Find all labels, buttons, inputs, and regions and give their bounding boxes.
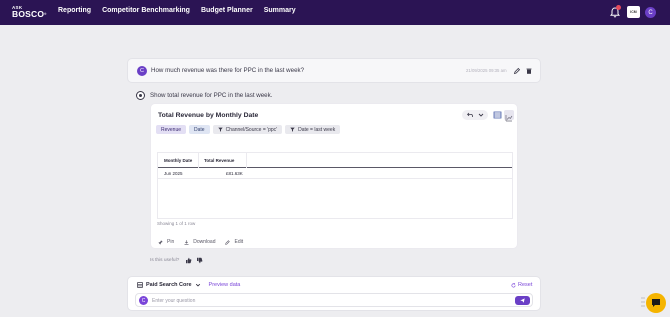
askbosco-logo[interactable]: ASK BOSCO® bbox=[12, 5, 47, 19]
data-source-row: Paid Search Core Preview data bbox=[137, 282, 240, 288]
question-input[interactable] bbox=[152, 296, 492, 305]
result-card: Total Revenue by Monthly Date Revenue Da… bbox=[150, 103, 518, 249]
table-row: Jun 2025 £81.63K bbox=[158, 168, 512, 179]
nav-competitor-benchmarking[interactable]: Competitor Benchmarking bbox=[102, 7, 190, 14]
reset-icon bbox=[511, 282, 516, 287]
logo-line-2: BOSCO® bbox=[12, 9, 47, 19]
data-source-select[interactable]: Paid Search Core bbox=[146, 282, 192, 288]
chevron-down-icon[interactable] bbox=[195, 282, 201, 288]
edit-button[interactable]: Edit bbox=[225, 239, 243, 245]
column-divider bbox=[198, 153, 199, 168]
table-view-icon[interactable] bbox=[493, 110, 502, 120]
question-input-wrapper: C bbox=[135, 293, 533, 307]
cell-monthly-date: Jun 2025 bbox=[164, 171, 183, 176]
user-question-card: C How much revenue was there for PPC in … bbox=[127, 58, 541, 83]
user-avatar[interactable]: C bbox=[645, 7, 656, 18]
question-text: How much revenue was there for PPC in th… bbox=[151, 67, 305, 74]
filter-icon bbox=[290, 127, 295, 132]
feedback-prompt: Is this useful? bbox=[150, 258, 180, 263]
chart-view-icon bbox=[505, 115, 513, 122]
question-avatar: C bbox=[137, 66, 147, 76]
row-count-text: Showing 1 of 1 row bbox=[157, 221, 196, 226]
thumbs-up-icon[interactable] bbox=[185, 257, 192, 264]
send-icon bbox=[520, 298, 525, 303]
nav-budget-planner[interactable]: Budget Planner bbox=[201, 7, 253, 14]
pin-icon bbox=[158, 239, 163, 245]
result-actions: Pin Download Edit bbox=[158, 239, 243, 245]
cell-total-revenue: £81.63K bbox=[226, 171, 243, 176]
assistant-answer-text: Show total revenue for PPC in the last w… bbox=[150, 92, 273, 99]
edit-pencil-icon[interactable] bbox=[513, 67, 521, 75]
question-timestamp: 21/09/2025 09:35 am bbox=[466, 68, 507, 73]
chat-help-button[interactable] bbox=[646, 293, 666, 313]
drag-handle-icon[interactable] bbox=[641, 296, 645, 308]
filter-chip-date[interactable]: Date = last week bbox=[285, 125, 341, 134]
column-header-monthly-date[interactable]: Monthly Date bbox=[164, 158, 192, 163]
main-nav: Reporting Competitor Benchmarking Budget… bbox=[58, 7, 296, 14]
undo-icon[interactable] bbox=[467, 112, 473, 118]
notification-badge bbox=[616, 5, 621, 10]
query-chips: Revenue Date Channel/Source = 'ppc' Date… bbox=[156, 125, 341, 134]
organization-logo[interactable]: ICM bbox=[627, 6, 640, 18]
delete-trash-icon[interactable] bbox=[525, 67, 533, 75]
metric-chip[interactable]: Revenue bbox=[156, 125, 187, 134]
chat-bubble-icon bbox=[652, 299, 660, 307]
edit-icon bbox=[225, 239, 231, 245]
send-button[interactable] bbox=[515, 296, 530, 305]
table-header: Monthly Date Total Revenue bbox=[158, 153, 512, 168]
dimension-chip[interactable]: Date bbox=[189, 125, 210, 134]
download-icon bbox=[184, 239, 189, 245]
preview-data-link[interactable]: Preview data bbox=[209, 282, 241, 288]
result-toolbar bbox=[462, 110, 488, 120]
top-navbar: ASK BOSCO® Reporting Competitor Benchmar… bbox=[0, 0, 670, 25]
question-composer: Paid Search Core Preview data Reset C bbox=[127, 276, 541, 311]
result-title: Total Revenue by Monthly Date bbox=[158, 112, 259, 119]
assistant-icon bbox=[136, 91, 145, 100]
filter-chip-channel[interactable]: Channel/Source = 'ppc' bbox=[212, 125, 283, 134]
database-icon bbox=[137, 282, 143, 288]
result-table: Monthly Date Total Revenue Jun 2025 £81.… bbox=[157, 152, 513, 219]
column-header-total-revenue[interactable]: Total Revenue bbox=[204, 158, 234, 163]
reset-button[interactable]: Reset bbox=[511, 282, 532, 288]
composer-avatar: C bbox=[139, 296, 148, 305]
thumbs-down-icon[interactable] bbox=[196, 257, 203, 264]
pin-button[interactable]: Pin bbox=[158, 239, 174, 245]
download-button[interactable]: Download bbox=[184, 239, 215, 245]
nav-reporting[interactable]: Reporting bbox=[58, 7, 91, 14]
chart-view-toggle[interactable] bbox=[504, 110, 514, 122]
filter-icon bbox=[217, 127, 223, 132]
nav-summary[interactable]: Summary bbox=[264, 7, 296, 14]
column-divider bbox=[246, 153, 247, 168]
chevron-down-icon[interactable] bbox=[478, 112, 484, 118]
